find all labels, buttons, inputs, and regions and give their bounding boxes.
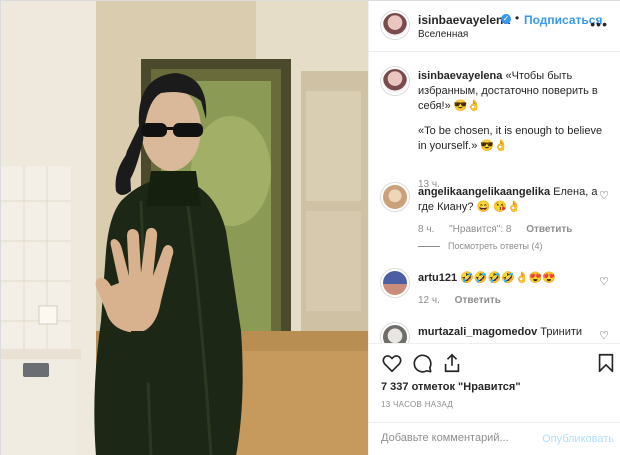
post-header: isinbaevayelena ✓ • Подписаться Вселенна… xyxy=(369,1,620,52)
comment-meta: 8 ч. "Нравится": 8 Ответить xyxy=(418,224,584,235)
post-sidebar: isinbaevayelena ✓ • Подписаться Вселенна… xyxy=(368,1,620,455)
view-replies-label: Посмотреть ответы (4) xyxy=(448,241,543,251)
commenter-avatar[interactable] xyxy=(381,323,409,343)
post-location[interactable]: Вселенная xyxy=(418,29,468,40)
comment-username[interactable]: angelikaangelikaangelika xyxy=(418,186,550,198)
like-heart-icon[interactable] xyxy=(381,352,403,374)
post-dialog: isinbaevayelena ✓ • Подписаться Вселенна… xyxy=(0,0,620,455)
view-replies-link[interactable]: Посмотреть ответы (4) xyxy=(418,241,543,251)
post-photo[interactable] xyxy=(1,1,368,455)
reply-button[interactable]: Ответить xyxy=(526,224,572,235)
comment-bubble-icon[interactable] xyxy=(411,352,433,374)
caption-author-avatar[interactable] xyxy=(381,67,409,95)
comment-like-heart-icon[interactable]: ♡ xyxy=(599,189,609,202)
comment-text: artu121 🤣🤣🤣🤣👌😍😍 xyxy=(418,271,608,286)
caption-text: isinbaevayelena «Чтобы быть избранным, д… xyxy=(418,69,608,154)
comment-username[interactable]: murtazali_magomedov xyxy=(418,326,537,338)
comment-text: murtazali_magomedov Тринити xyxy=(418,325,608,340)
comment-likes[interactable]: "Нравится": 8 xyxy=(449,224,511,235)
photo-image xyxy=(1,1,368,455)
comment-like-heart-icon[interactable]: ♡ xyxy=(599,329,609,342)
verified-badge-icon: ✓ xyxy=(501,14,511,24)
comment-meta: 12 ч. Ответить xyxy=(418,295,513,306)
comment-username[interactable]: artu121 xyxy=(418,272,457,284)
caption-text-en: «To be chosen, it is enough to believe i… xyxy=(418,125,603,152)
commenter-avatar[interactable] xyxy=(381,269,409,297)
bookmark-icon[interactable] xyxy=(595,352,617,374)
comment-like-heart-icon[interactable]: ♡ xyxy=(599,275,609,288)
publish-button[interactable]: Опубликовать xyxy=(542,433,614,445)
comment-body: 🤣🤣🤣🤣👌😍😍 xyxy=(460,272,557,284)
more-options-icon[interactable]: ••• xyxy=(590,16,608,32)
comment-time[interactable]: 8 ч. xyxy=(418,224,434,235)
comment-body: Тринити xyxy=(540,326,583,338)
likes-count[interactable]: 7 337 отметок "Нравится" xyxy=(381,381,521,393)
post-actions: 7 337 отметок "Нравится" 13 ЧАСОВ НАЗАД … xyxy=(369,343,620,455)
author-avatar[interactable] xyxy=(381,11,409,39)
reply-button[interactable]: Ответить xyxy=(455,295,501,306)
comment-text: angelikaangelikaangelika Елена, а где Ки… xyxy=(418,185,608,215)
post-timestamp[interactable]: 13 ЧАСОВ НАЗАД xyxy=(381,400,453,409)
share-upload-icon[interactable] xyxy=(441,352,463,374)
commenter-avatar[interactable] xyxy=(381,183,409,211)
caption-username[interactable]: isinbaevayelena xyxy=(418,70,502,82)
comments-list[interactable]: isinbaevayelena «Чтобы быть избранным, д… xyxy=(369,53,620,343)
replies-line xyxy=(418,246,440,248)
author-username[interactable]: isinbaevayelena xyxy=(418,13,510,27)
header-separator: • xyxy=(515,11,520,25)
comment-input[interactable] xyxy=(381,432,531,444)
add-comment-bar: Опубликовать xyxy=(369,422,620,455)
comment-time[interactable]: 12 ч. xyxy=(418,295,440,306)
